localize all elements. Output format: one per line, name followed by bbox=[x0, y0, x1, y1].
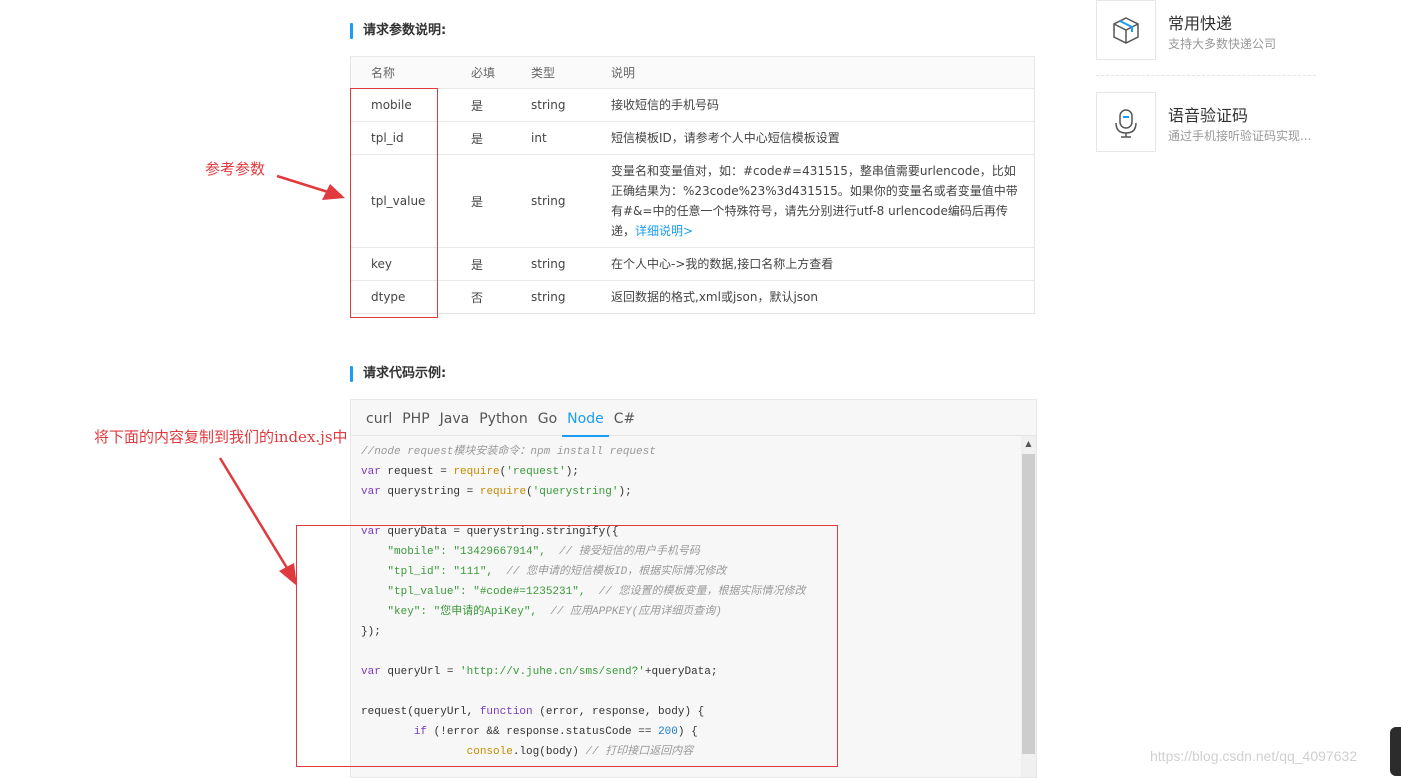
arrow-to-params-icon bbox=[276, 174, 345, 200]
watermark: https://blog.csdn.net/qq_4097632 bbox=[1150, 748, 1358, 764]
edge-handle[interactable] bbox=[1390, 727, 1401, 776]
arrow-to-code-icon bbox=[218, 457, 297, 586]
annotation-arrows bbox=[218, 174, 345, 586]
